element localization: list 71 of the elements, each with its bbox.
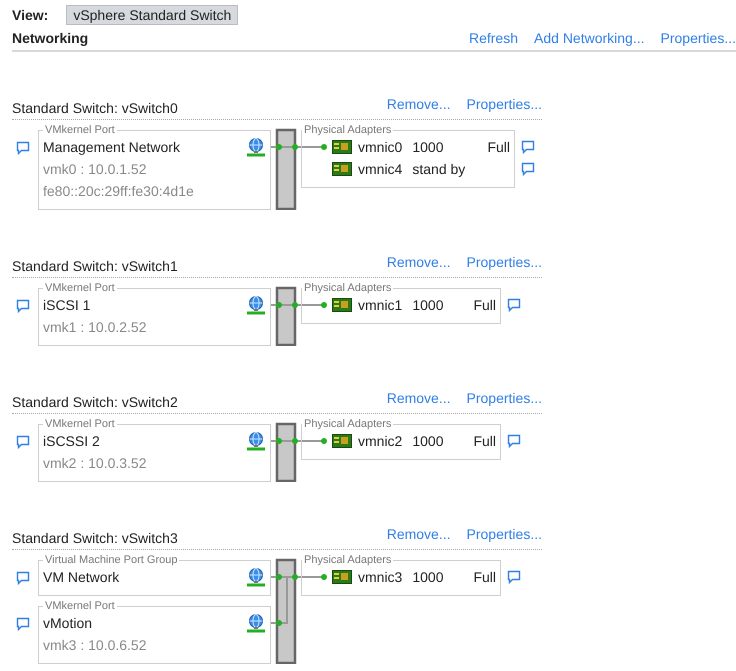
port-name: iSCSI 1 [43, 297, 90, 313]
switch-action-link[interactable]: Remove... [386, 254, 451, 270]
adapter-speed: 1000 [412, 139, 444, 155]
comment-icon[interactable] [16, 299, 30, 313]
switch-action-link[interactable]: Properties... [466, 96, 542, 112]
port-name: VM Network [43, 569, 120, 585]
network-card-icon [332, 570, 352, 584]
switch-action-link[interactable]: Properties... [466, 254, 542, 270]
network-globe-icon [246, 431, 266, 451]
network-globe-icon [246, 137, 266, 157]
adapter-duplex: Full [487, 139, 510, 155]
port-name: Management Network [43, 139, 180, 155]
adapters-label: Physical Adapters [303, 124, 392, 136]
port-detail: vmk1 : 10.0.2.52 [43, 318, 148, 337]
adapter-name: vmnic3 [358, 569, 402, 585]
port-detail: vmk3 : 10.0.6.52 [43, 636, 148, 655]
adapters-label: Physical Adapters [303, 282, 392, 294]
adapter-name: vmnic2 [358, 433, 402, 449]
switch-action-link[interactable]: Remove... [386, 526, 451, 542]
adapter-speed: stand by [412, 161, 466, 177]
port-type-label: VMkernel Port [44, 418, 116, 430]
adapter-speed: 1000 [412, 433, 444, 449]
adapter-speed: 1000 [412, 569, 444, 585]
network-globe-icon [246, 295, 266, 315]
port-name: iSCSSI 2 [43, 433, 100, 449]
action-link[interactable]: Add Networking... [534, 30, 645, 46]
network-globe-icon [246, 567, 266, 587]
comment-icon[interactable] [507, 434, 521, 448]
comment-icon[interactable] [16, 435, 30, 449]
adapter-name: vmnic1 [358, 297, 402, 313]
adapter-speed: 1000 [412, 297, 444, 313]
action-link[interactable]: Refresh [468, 30, 518, 46]
switch-action-link[interactable]: Remove... [386, 390, 451, 406]
network-card-icon [332, 162, 352, 176]
adapter-duplex: Full [473, 297, 496, 313]
network-card-icon [332, 434, 352, 448]
switch-title: Standard Switch: vSwitch3 [12, 530, 178, 546]
view-selector[interactable]: vSphere Standard Switch [66, 5, 238, 25]
port-type-label: Virtual Machine Port Group [44, 554, 178, 566]
port-detail: fe80::20c:29ff:fe30:4d1e [43, 182, 195, 201]
action-link[interactable]: Properties... [660, 30, 736, 46]
adapter-name: vmnic4 [358, 161, 402, 177]
network-card-icon [332, 298, 352, 312]
networking-title: Networking [12, 30, 88, 46]
switch-action-link[interactable]: Remove... [386, 96, 451, 112]
comment-icon[interactable] [16, 141, 30, 155]
port-detail: vmk0 : 10.0.1.52 [43, 160, 148, 179]
view-label: View: [12, 7, 48, 23]
switch-title: Standard Switch: vSwitch0 [12, 100, 178, 116]
port-detail: vmk2 : 10.0.3.52 [43, 454, 148, 473]
switch-action-link[interactable]: Properties... [466, 390, 542, 406]
adapters-label: Physical Adapters [303, 554, 392, 566]
adapter-duplex: Full [473, 433, 496, 449]
comment-icon[interactable] [16, 617, 30, 631]
port-type-label: VMkernel Port [44, 124, 116, 136]
comment-icon[interactable] [507, 298, 521, 312]
comment-icon[interactable] [521, 162, 535, 176]
switch-action-link[interactable]: Properties... [466, 526, 542, 542]
comment-icon[interactable] [16, 571, 30, 585]
adapters-label: Physical Adapters [303, 418, 392, 430]
adapter-duplex: Full [473, 569, 496, 585]
port-name: vMotion [43, 615, 92, 631]
switch-title: Standard Switch: vSwitch1 [12, 258, 178, 274]
adapter-name: vmnic0 [358, 139, 402, 155]
switch-title: Standard Switch: vSwitch2 [12, 394, 178, 410]
comment-icon[interactable] [521, 140, 535, 154]
port-type-label: VMkernel Port [44, 600, 116, 612]
network-globe-icon [246, 613, 266, 633]
comment-icon[interactable] [507, 570, 521, 584]
port-type-label: VMkernel Port [44, 282, 116, 294]
network-card-icon [332, 140, 352, 154]
